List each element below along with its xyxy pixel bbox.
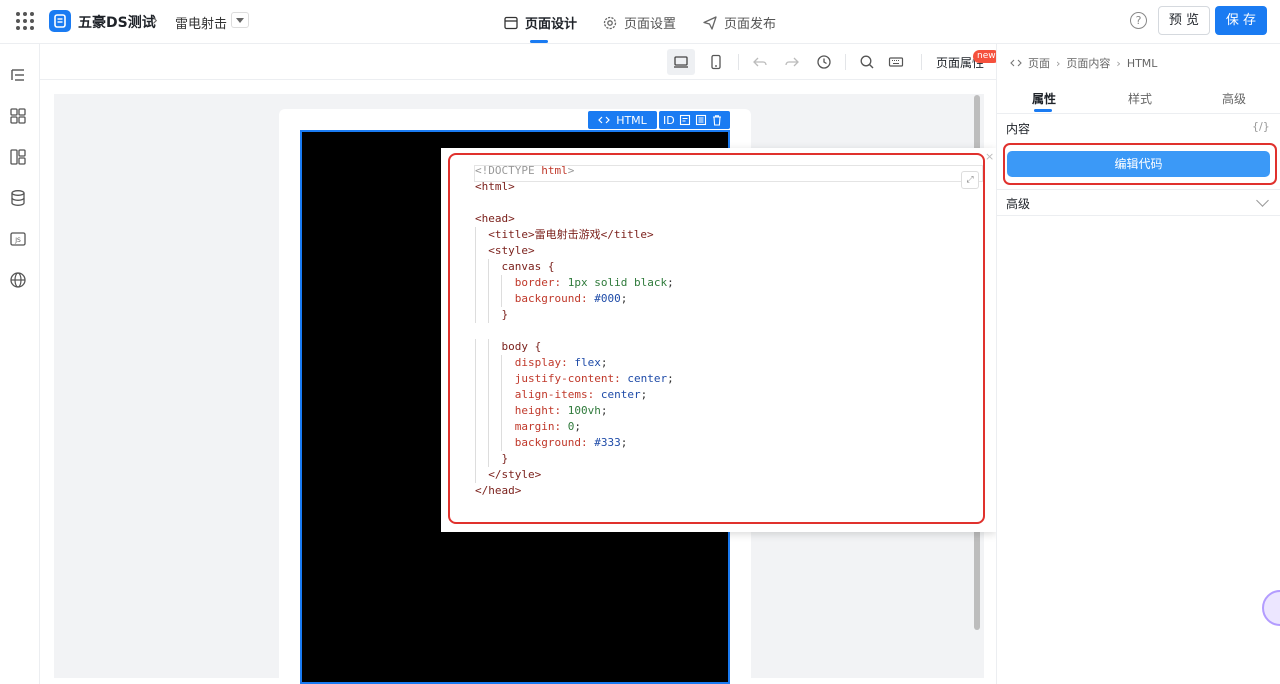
style-icon[interactable]	[679, 114, 691, 126]
breadcrumb-item[interactable]: 页面内容	[1066, 55, 1110, 71]
breadcrumb-item[interactable]: HTML	[1127, 57, 1158, 70]
tab-label: 页面设置	[624, 17, 677, 32]
globe-icon[interactable]	[9, 271, 27, 289]
search-icon[interactable]	[853, 49, 881, 75]
canvas-toolbar: 页面属性 new	[40, 44, 1000, 80]
tab-properties[interactable]: 属性	[1032, 90, 1056, 107]
tab-label: 页面发布	[724, 17, 777, 32]
component-actions-bar: ID	[659, 111, 730, 129]
data-source-icon[interactable]	[9, 189, 27, 207]
preview-button[interactable]: 预 览	[1158, 6, 1210, 35]
left-sidebar: JS	[0, 44, 40, 684]
layout-icon	[504, 16, 518, 29]
desktop-view-icon[interactable]	[667, 49, 695, 75]
toolbar-divider	[921, 54, 922, 70]
active-tab-indicator	[530, 40, 548, 43]
properties-panel	[996, 44, 1280, 684]
breadcrumb: 页面 › 页面内容 › HTML	[1010, 55, 1157, 71]
tab-page-settings[interactable]: 页面设置	[603, 13, 676, 32]
layout-panel-icon[interactable]	[9, 148, 27, 166]
tab-page-publish[interactable]: 页面发布	[703, 13, 776, 32]
javascript-icon[interactable]: JS	[9, 230, 27, 248]
app-name[interactable]: 五豪DS测试	[78, 12, 156, 32]
redo-icon[interactable]	[778, 49, 806, 75]
divider	[997, 113, 1280, 114]
undo-icon[interactable]	[746, 49, 774, 75]
edit-button-highlight-box	[1003, 143, 1277, 185]
keyboard-icon[interactable]	[882, 49, 910, 75]
page-dropdown-button[interactable]	[231, 12, 249, 28]
chevron-right-icon: ›	[1056, 56, 1061, 70]
variable-binding-icon[interactable]: {/}	[1252, 120, 1270, 133]
send-icon	[703, 15, 717, 30]
outline-tree-icon[interactable]	[9, 66, 27, 84]
help-icon[interactable]: ?	[1130, 12, 1147, 29]
app-logo-icon	[49, 10, 71, 32]
id-button[interactable]: ID	[663, 114, 675, 127]
content-section-title: 内容	[1006, 122, 1031, 136]
close-icon[interactable]: ×	[985, 150, 994, 163]
breadcrumb-item[interactable]: 页面	[1028, 55, 1050, 71]
mobile-view-icon[interactable]	[702, 49, 730, 75]
advanced-section-title[interactable]: 高级	[1006, 195, 1030, 212]
tab-advanced[interactable]: 高级	[1222, 90, 1246, 107]
gear-icon	[603, 16, 617, 29]
components-grid-icon[interactable]	[9, 107, 27, 125]
chevron-right-icon: ›	[1116, 56, 1121, 70]
html-tag-label: HTML	[616, 113, 647, 127]
html-component-tag[interactable]: HTML	[588, 111, 657, 129]
delete-icon[interactable]	[711, 114, 723, 126]
tab-label: 页面设计	[525, 17, 578, 32]
code-highlight-box	[448, 153, 985, 524]
tab-styles[interactable]: 样式	[1128, 90, 1152, 107]
active-tab-indicator	[1034, 109, 1052, 112]
copy-icon[interactable]	[695, 114, 707, 126]
divider	[997, 215, 1280, 216]
history-icon[interactable]	[810, 49, 838, 75]
code-icon	[1010, 59, 1022, 67]
save-button[interactable]: 保 存	[1215, 6, 1267, 35]
toolbar-divider	[845, 54, 846, 70]
top-bar: 五豪DS测试 › 雷电射击 页面设计 页面设置 页面发布 ? 预 览 保 存	[0, 0, 1280, 44]
breadcrumb-arrow-icon: ›	[152, 11, 158, 29]
divider	[997, 189, 1280, 190]
toolbar-divider	[738, 54, 739, 70]
page-name[interactable]: 雷电射击	[175, 13, 227, 32]
apps-grid-icon[interactable]	[16, 12, 34, 30]
code-icon	[598, 116, 611, 124]
svg-text:JS: JS	[14, 237, 21, 244]
tab-page-design[interactable]: 页面设计	[504, 13, 577, 32]
